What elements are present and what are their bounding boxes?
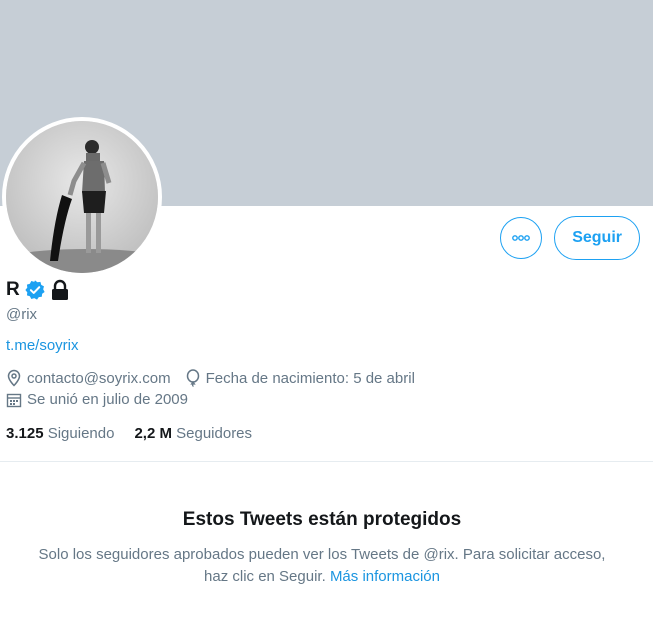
protected-line-2-wrap: haz clic en Seguir. Más información: [0, 566, 644, 588]
profile-email: contacto@soyrix.com: [27, 369, 171, 387]
lock-icon: [51, 279, 68, 300]
profile-birthday-text: Fecha de nacimiento: 5 de abril: [205, 369, 415, 387]
profile-joined-text: Se unió en julio de 2009: [27, 391, 188, 408]
profile-birthday: Fecha de nacimiento: 5 de abril: [185, 369, 415, 387]
profile-name: R: [6, 279, 20, 300]
location-pin-icon: [7, 369, 21, 387]
following-count: 3.125: [6, 425, 44, 442]
avatar[interactable]: [2, 117, 162, 277]
follow-button[interactable]: Seguir: [554, 216, 640, 260]
more-options-button[interactable]: [500, 217, 543, 259]
divider: [0, 461, 653, 462]
protected-title: Estos Tweets están protegidos: [182, 509, 462, 530]
profile-handle: @rix: [6, 306, 38, 323]
profile-name-row: R: [6, 279, 70, 301]
verified-badge-icon: [25, 280, 45, 300]
followers-label: Seguidores: [176, 425, 253, 442]
more-info-link[interactable]: Más información: [330, 568, 440, 585]
profile-location: contacto@soyrix.com: [6, 369, 171, 387]
more-icon: [512, 235, 531, 241]
followers-stat[interactable]: 2,2 M Seguidores: [134, 425, 252, 442]
profile-joined: Se unió en julio de 2009: [6, 391, 188, 408]
profile-link[interactable]: t.me/soyrix: [6, 337, 79, 354]
protected-line-2: haz clic en Seguir.: [204, 568, 326, 585]
calendar-icon: [6, 393, 22, 407]
followers-count: 2,2 M: [134, 425, 172, 442]
protected-line-1: Solo los seguidores aprobados pueden ver…: [38, 546, 606, 563]
following-label: Siguiendo: [47, 425, 115, 442]
profile-stats: 3.125 Siguiendo 2,2 M Seguidores: [6, 425, 272, 442]
protected-message: Solo los seguidores aprobados pueden ver…: [0, 544, 644, 588]
following-stat[interactable]: 3.125 Siguiendo: [6, 425, 114, 442]
balloon-icon: [186, 369, 199, 387]
